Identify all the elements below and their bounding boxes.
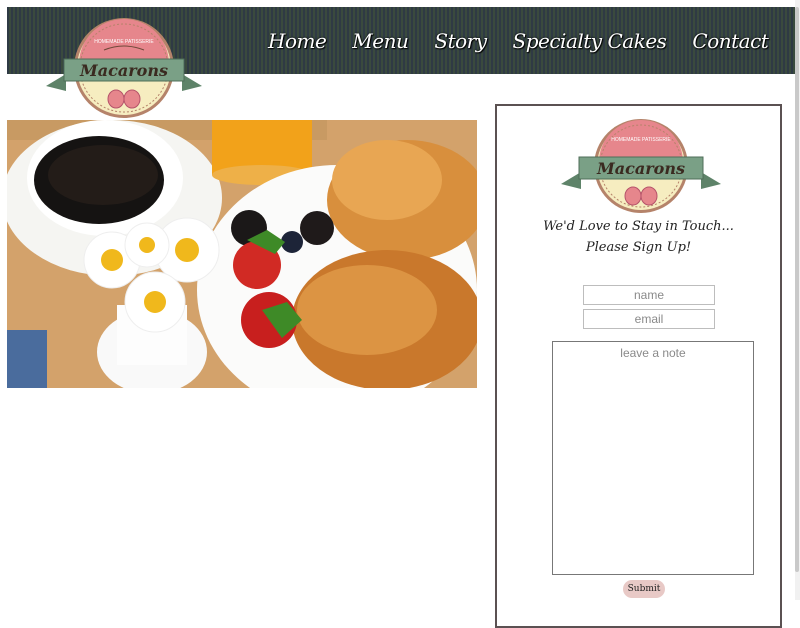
main-nav: Home Menu Story Specialty Cakes Contact [268,29,794,74]
submit-button[interactable]: Submit [623,580,665,598]
signup-logo: HOMEMADE PATISSERIE Macarons [561,114,721,214]
header-logo[interactable]: HOMEMADE PATISSERIE Macarons [44,16,204,120]
scrollbar-thumb[interactable] [795,7,799,572]
hero-image [7,120,477,388]
signup-heading-line2: Please Sign Up! [585,240,692,255]
svg-text:Macarons: Macarons [79,61,168,80]
svg-text:Macarons: Macarons [596,159,685,178]
signup-heading: We'd Love to Stay in Touch... Please Sig… [497,216,780,258]
name-field[interactable] [583,285,715,305]
note-textarea[interactable] [552,341,754,575]
nav-story[interactable]: Story [434,24,487,58]
nav-specialty-cakes[interactable]: Specialty Cakes [513,24,667,58]
page-scrollbar[interactable] [795,0,800,600]
nav-contact[interactable]: Contact [692,24,768,58]
signup-panel: HOMEMADE PATISSERIE Macarons We'd Love t… [495,104,782,628]
macarons-logo-icon: HOMEMADE PATISSERIE Macarons [561,119,721,213]
email-field[interactable] [583,309,715,329]
svg-text:HOMEMADE PATISSERIE: HOMEMADE PATISSERIE [94,39,154,45]
svg-text:HOMEMADE PATISSERIE: HOMEMADE PATISSERIE [611,137,671,143]
breakfast-tray-photo [7,120,477,388]
macarons-logo-icon: HOMEMADE PATISSERIE Macarons [46,18,202,118]
nav-menu[interactable]: Menu [352,24,409,58]
nav-home[interactable]: Home [268,24,327,58]
signup-heading-line1: We'd Love to Stay in Touch... [543,219,734,234]
